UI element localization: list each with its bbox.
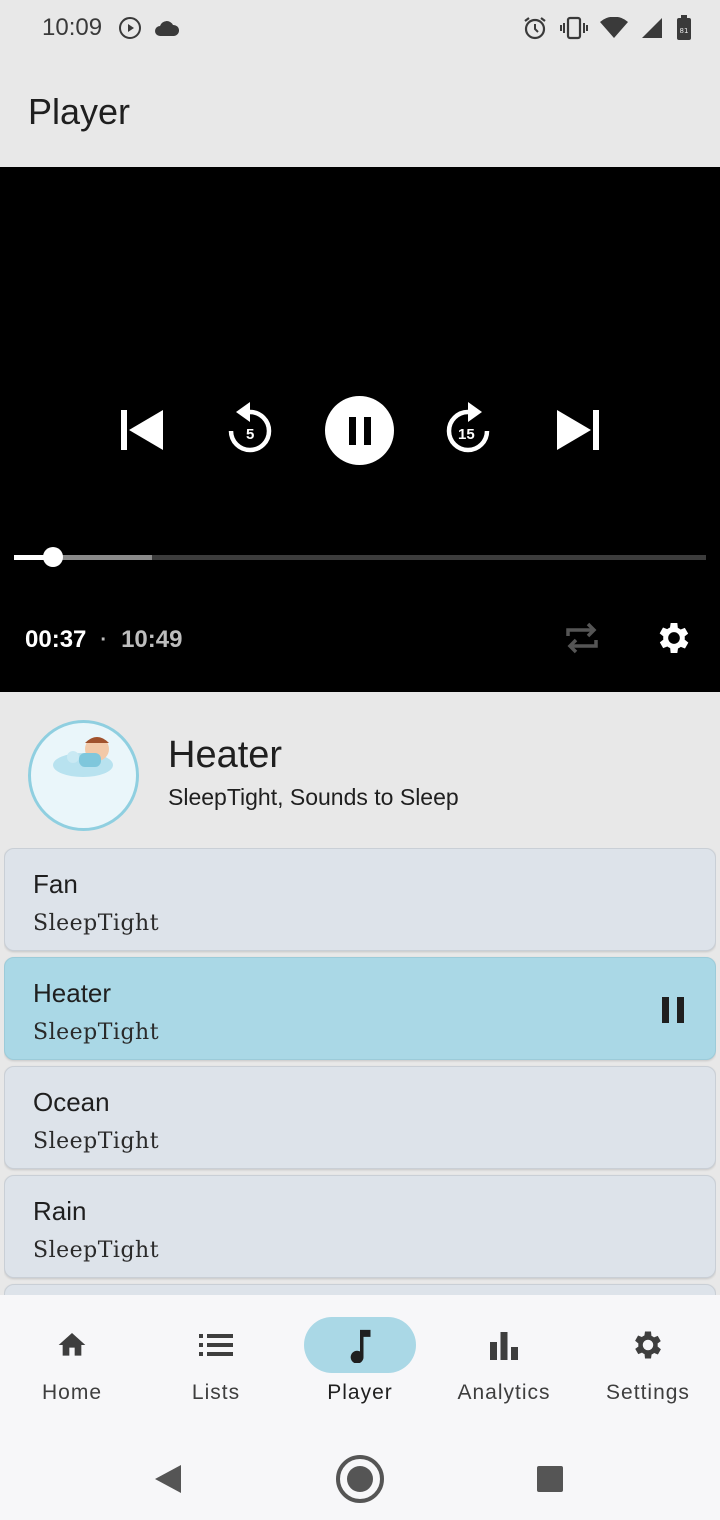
gear-icon xyxy=(659,623,689,653)
nav-label: Player xyxy=(327,1381,393,1404)
pause-icon xyxy=(348,416,371,445)
music-note-icon xyxy=(350,1329,371,1363)
previous-icon xyxy=(121,410,163,450)
home-system-button[interactable] xyxy=(334,1453,386,1505)
list-item[interactable]: Heater SleepTight xyxy=(4,957,716,1060)
svg-text:81: 81 xyxy=(680,27,689,35)
track-title: Fan xyxy=(33,869,78,899)
time-separator: · xyxy=(100,628,108,651)
time-display: 00:37 · 10:49 xyxy=(25,626,182,654)
list-item[interactable]: Rain SleepTight xyxy=(4,1175,716,1278)
bar-chart-icon xyxy=(490,1332,518,1360)
status-bar: 10:09 81 xyxy=(0,0,720,56)
list-item[interactable] xyxy=(4,1284,716,1295)
seek-bar[interactable] xyxy=(14,547,706,567)
home-circle-icon xyxy=(336,1455,384,1503)
nav-label: Home xyxy=(41,1381,103,1404)
repeat-icon xyxy=(566,622,598,654)
track-artist: SleepTight xyxy=(33,1238,160,1263)
nav-item-analytics[interactable]: Analytics xyxy=(432,1295,576,1425)
nav-item-player[interactable]: Player xyxy=(288,1295,432,1425)
recents-button[interactable] xyxy=(524,1453,576,1505)
next-button[interactable] xyxy=(552,406,604,454)
forward-button[interactable]: 15 xyxy=(440,398,496,458)
track-artist: SleepTight xyxy=(33,1129,160,1154)
nav-label: Settings xyxy=(606,1381,690,1404)
list-item[interactable]: Fan SleepTight xyxy=(4,848,716,951)
repeat-button[interactable] xyxy=(562,618,602,658)
pause-button[interactable] xyxy=(325,396,394,465)
vibrate-icon xyxy=(560,16,588,40)
forward-seconds: 15 xyxy=(458,426,475,443)
gear-icon xyxy=(635,1331,661,1359)
list-item[interactable]: Ocean SleepTight xyxy=(4,1066,716,1169)
page-title: Player xyxy=(28,90,131,132)
play-circle-icon xyxy=(118,16,142,40)
wifi-icon xyxy=(600,17,628,39)
now-playing: Heater SleepTight, Sounds to Sleep xyxy=(0,692,720,848)
nav-label: Analytics xyxy=(457,1381,551,1404)
album-art xyxy=(28,720,139,831)
pause-icon[interactable] xyxy=(661,996,685,1024)
track-list[interactable]: Fan SleepTight Heater SleepTight Ocean S… xyxy=(4,848,716,1295)
player-settings-button[interactable] xyxy=(654,618,694,658)
rewind-button[interactable]: 5 xyxy=(222,398,278,458)
nav-item-lists[interactable]: Lists xyxy=(144,1295,288,1425)
battery-icon: 81 xyxy=(676,15,692,41)
rewind-seconds: 5 xyxy=(246,426,255,443)
now-playing-title: Heater xyxy=(168,734,283,776)
back-icon xyxy=(155,1465,181,1493)
track-title: Heater xyxy=(33,978,112,1008)
list-icon xyxy=(199,1334,233,1356)
back-button[interactable] xyxy=(142,1453,194,1505)
next-icon xyxy=(557,410,599,450)
track-artist: SleepTight xyxy=(33,911,160,936)
current-time: 00:37 xyxy=(25,626,87,653)
duration: 10:49 xyxy=(121,626,183,653)
signal-icon xyxy=(640,16,664,40)
track-title: Ocean xyxy=(33,1087,110,1117)
track-artist: SleepTight xyxy=(33,1020,160,1045)
status-time: 10:09 xyxy=(42,14,103,41)
recents-icon xyxy=(537,1466,563,1492)
nav-item-home[interactable]: Home xyxy=(0,1295,144,1425)
now-playing-subtitle: SleepTight, Sounds to Sleep xyxy=(168,784,459,810)
home-icon xyxy=(58,1333,86,1356)
bottom-nav: Home Lists Player Analytics Settings xyxy=(0,1295,720,1425)
track-title: Rain xyxy=(33,1196,87,1226)
previous-button[interactable] xyxy=(116,406,168,454)
alarm-icon xyxy=(522,15,548,41)
nav-item-settings[interactable]: Settings xyxy=(576,1295,720,1425)
app-bar: Player xyxy=(0,56,720,167)
cloud-icon xyxy=(154,18,180,38)
nav-label: Lists xyxy=(191,1381,241,1404)
system-nav-bar xyxy=(0,1425,720,1520)
